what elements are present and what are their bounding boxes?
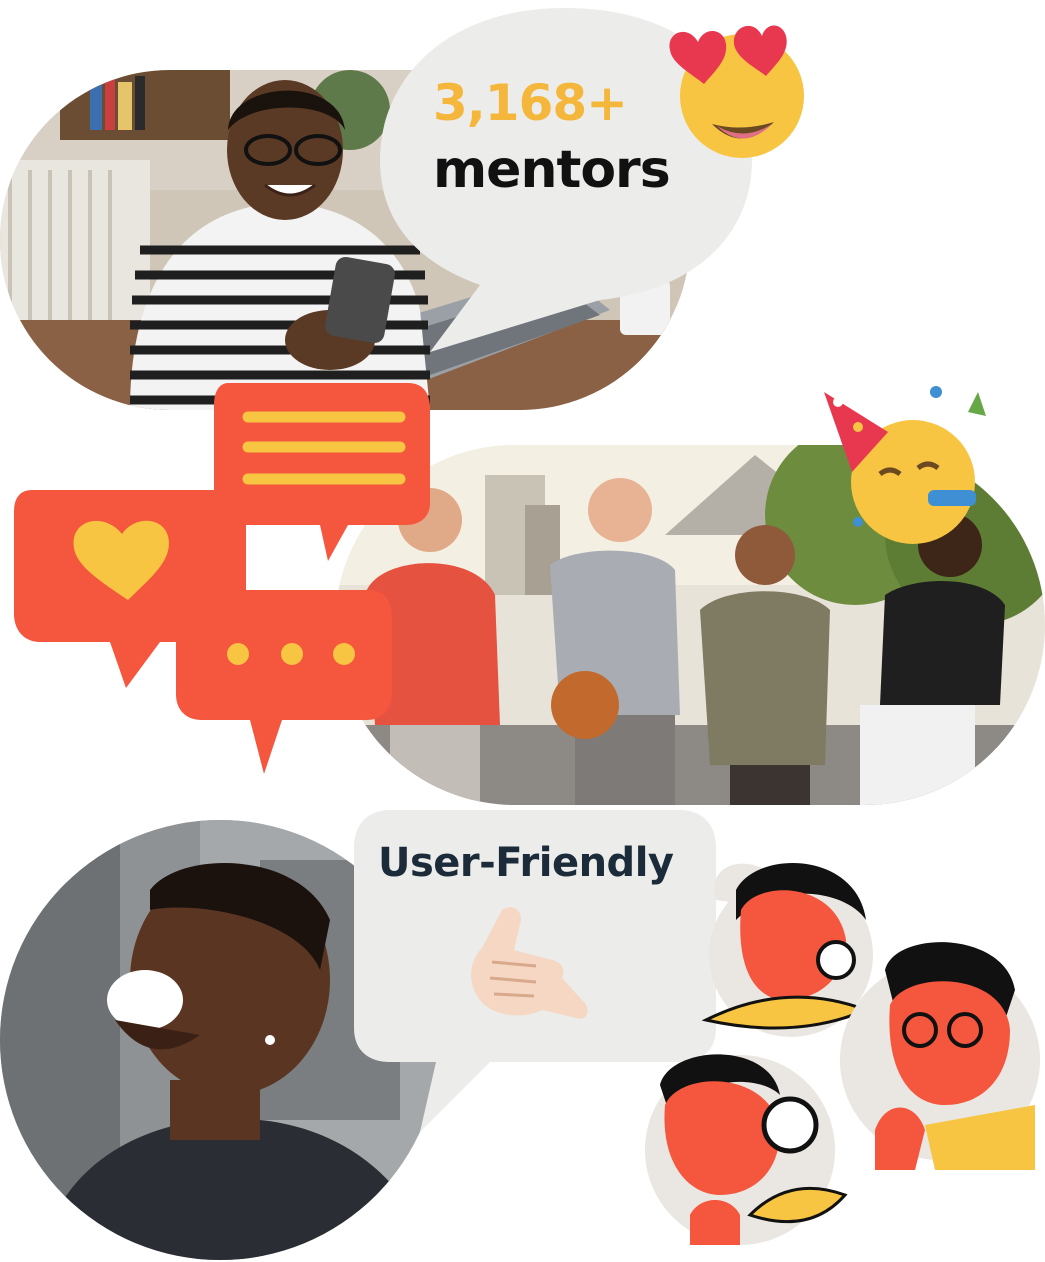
chat-bubble-ellipsis-icon xyxy=(176,590,392,774)
avatar-boy-magnifier xyxy=(645,1054,848,1245)
stat-count: 3,168+ xyxy=(433,74,628,132)
stat-label: mentors xyxy=(433,140,671,200)
avatar-man-glasses xyxy=(840,942,1040,1170)
call-me-hand-icon xyxy=(471,907,588,1019)
feature-label: User-Friendly xyxy=(378,840,674,886)
smiling-face-with-heart-eyes-icon xyxy=(669,25,804,158)
partying-face-icon xyxy=(824,386,986,544)
